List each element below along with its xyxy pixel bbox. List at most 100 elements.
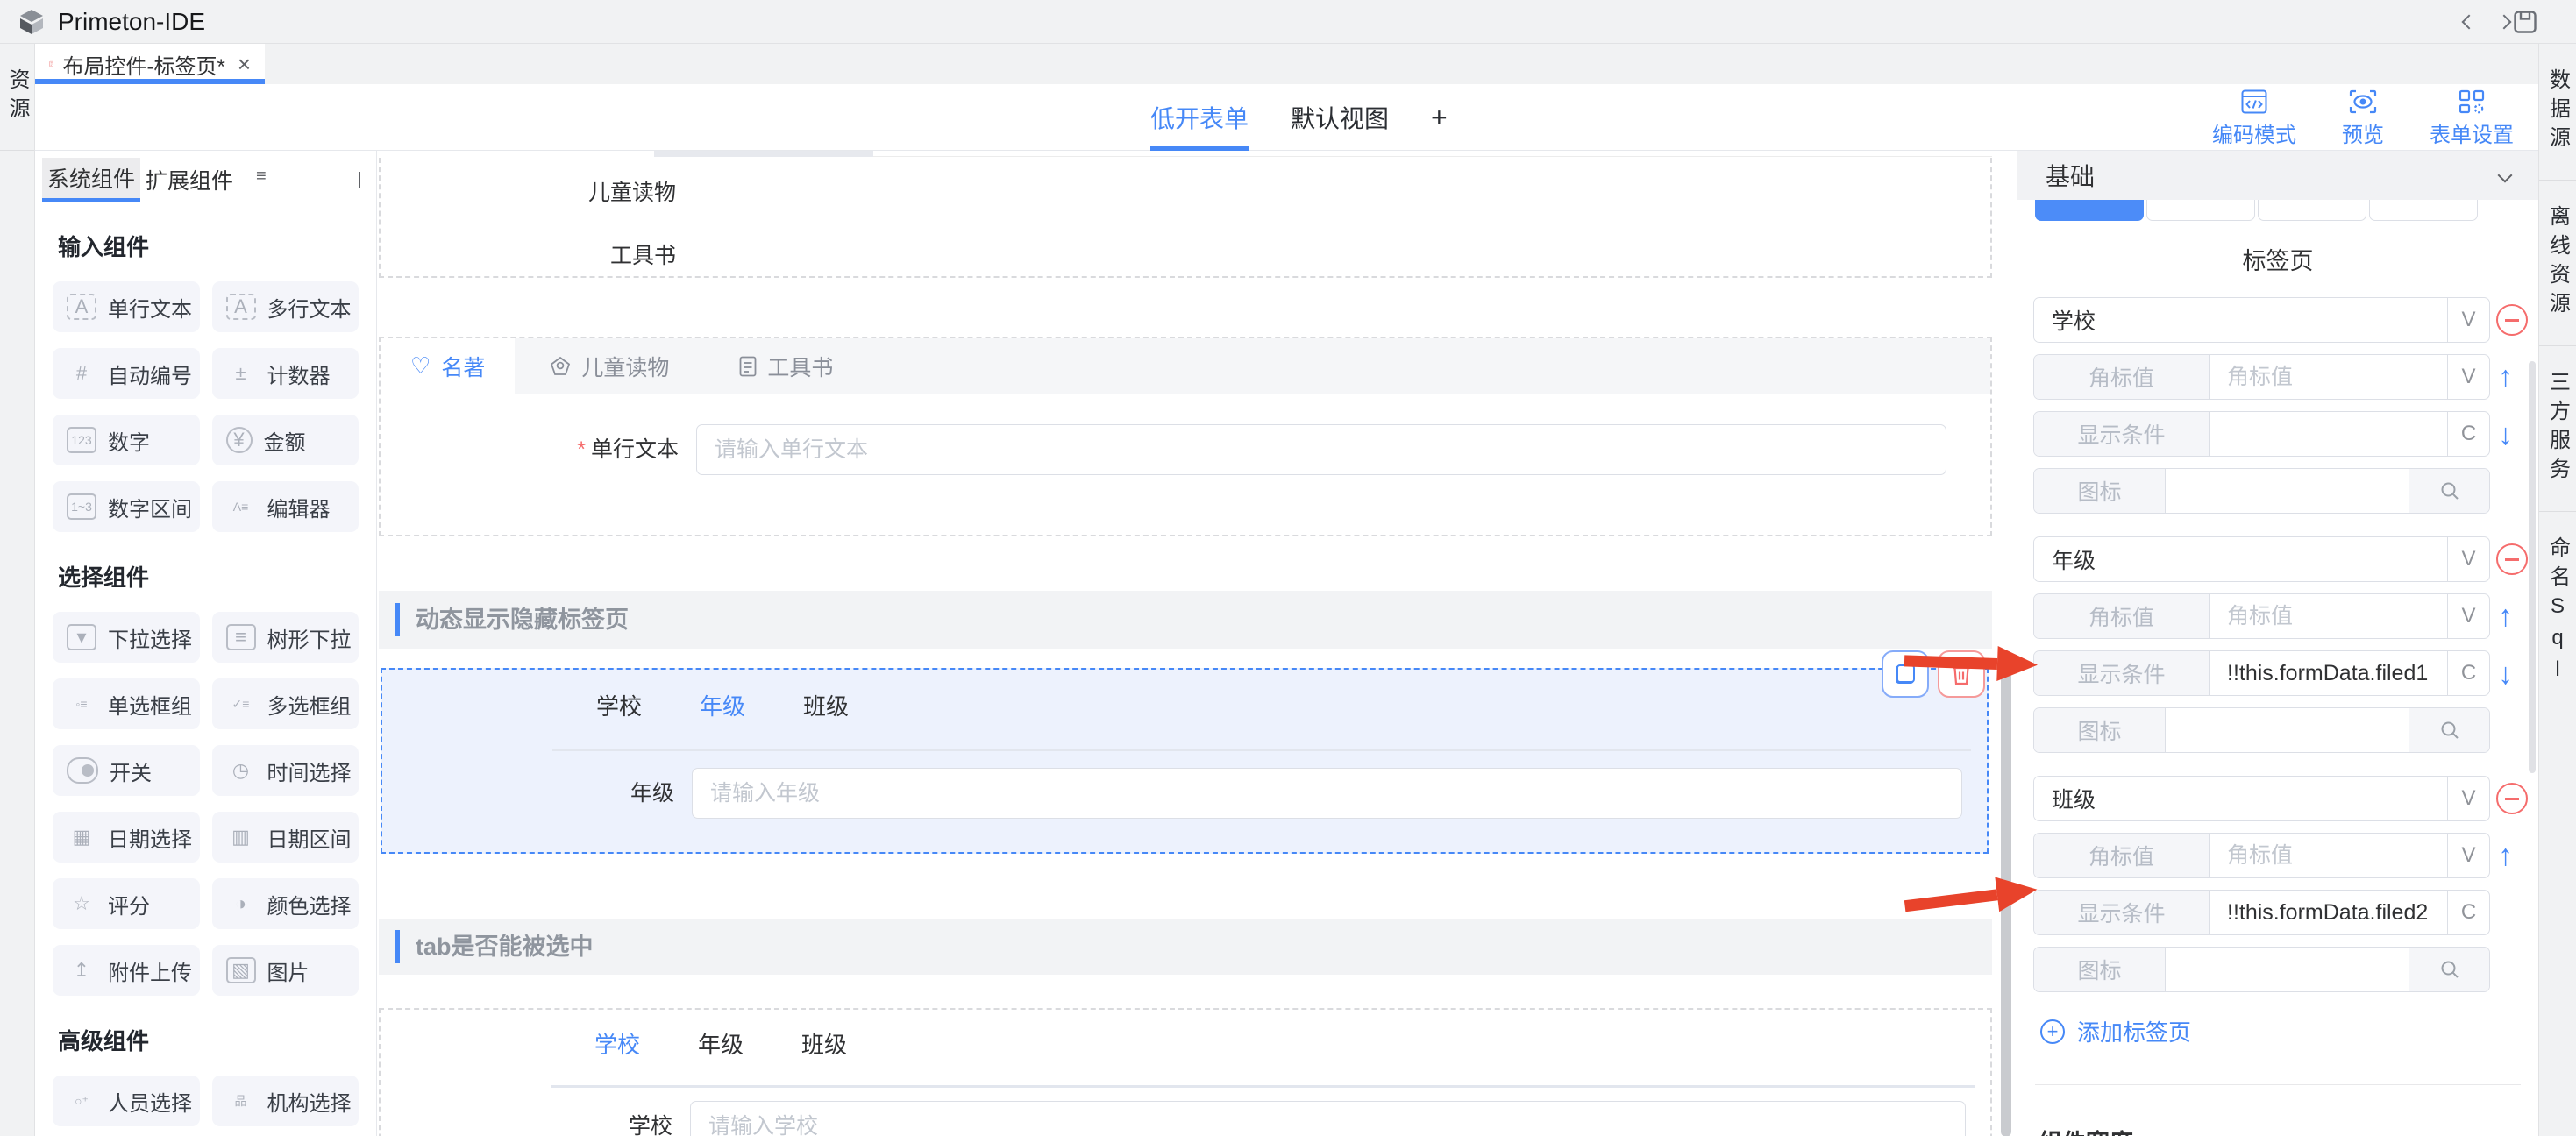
close-tab-icon[interactable]: × (238, 51, 251, 78)
component-color-picker[interactable]: ◑颜色选择 (212, 878, 359, 929)
variable-toggle[interactable]: V (2447, 298, 2489, 342)
tab-name-input[interactable] (2034, 537, 2447, 581)
tabs-component-selected[interactable]: 学校 年级 班级 年级 (381, 668, 1989, 854)
component-auto-number[interactable]: #自动编号 (53, 348, 200, 399)
icon-input[interactable] (2166, 948, 2409, 991)
tab-low-code-form[interactable]: 低开表单 (1150, 84, 1249, 151)
move-down-icon[interactable]: ↓ (2498, 418, 2513, 452)
tab-system-components[interactable]: 系统组件 (42, 158, 140, 202)
condition-toggle[interactable]: C (2447, 651, 2489, 695)
add-tab-page-button[interactable]: + 添加标签页 (2040, 1015, 2538, 1047)
badge-value-input[interactable] (2210, 355, 2447, 399)
tab-class[interactable]: 班级 (801, 1027, 847, 1060)
single-line-text-input[interactable] (696, 424, 1946, 475)
tab-reference-books[interactable]: 工具书 (704, 338, 868, 394)
remove-tab-icon[interactable] (2496, 304, 2528, 336)
sidebar-item-offline-resources[interactable]: 离线资源 (2539, 181, 2576, 346)
component-editor[interactable]: A≡编辑器 (212, 481, 359, 532)
add-view-button[interactable]: + (1431, 102, 1448, 134)
palette-list-icon[interactable]: ≡ (256, 167, 267, 187)
move-up-icon[interactable]: ↑ (2498, 600, 2513, 634)
component-dropdown-select[interactable]: ▾下拉选择 (53, 612, 200, 663)
variable-toggle[interactable]: V (2447, 834, 2489, 877)
component-switch[interactable]: 开关 (53, 745, 200, 796)
move-up-icon[interactable]: ↑ (2498, 839, 2513, 873)
school-input[interactable] (690, 1101, 1966, 1136)
component-counter[interactable]: ±计数器 (212, 348, 359, 399)
component-rating[interactable]: ☆评分 (53, 878, 200, 929)
remove-tab-icon[interactable] (2496, 543, 2528, 575)
properties-panel: 基础 标签页 V 角标值 (2017, 151, 2538, 1136)
document-tab-active[interactable]: 布局控件-标签页* × (35, 44, 265, 84)
icon-input[interactable] (2166, 708, 2409, 752)
tab-grade[interactable]: 年级 (700, 689, 745, 721)
preview-eye-icon (2349, 89, 2377, 114)
tab-name-input[interactable] (2034, 777, 2447, 820)
tab-extension-components[interactable]: 扩展组件 (140, 158, 238, 202)
component-org-select[interactable]: 品机构选择 (212, 1076, 359, 1126)
segment-active[interactable] (2035, 200, 2144, 221)
variable-toggle[interactable]: V (2447, 594, 2489, 638)
component-tree-dropdown[interactable]: ≡树形下拉 (212, 612, 359, 663)
component-person-select[interactable]: ○⁺人员选择 (53, 1076, 200, 1126)
icon-search-button[interactable] (2409, 948, 2489, 991)
tab-name-input[interactable] (2034, 298, 2447, 342)
sidebar-item-resources[interactable]: 资源 (0, 44, 34, 151)
sidebar-item-named-sql[interactable]: 命名Sql (2539, 512, 2576, 714)
tab-children-books[interactable]: 儿童读物 (515, 338, 704, 394)
variable-toggle[interactable]: V (2447, 777, 2489, 820)
date-range-icon: ▥ (226, 824, 256, 850)
tab-class[interactable]: 班级 (803, 689, 849, 721)
save-icon[interactable] (2511, 8, 2539, 36)
badge-value-input[interactable] (2210, 594, 2447, 638)
component-image[interactable]: ▧图片 (212, 945, 359, 996)
tabs-component-books[interactable]: ♡ 名著 儿童读物 工具书 *单行文本 (379, 337, 1992, 536)
component-radio-group[interactable]: ◦≡单选框组 (53, 678, 200, 729)
switch-icon (67, 757, 98, 784)
nav-back-button[interactable] (2455, 8, 2483, 36)
form-settings-button[interactable]: 表单设置 (2430, 89, 2514, 148)
tabs-component-bottom[interactable]: 学校 年级 班级 学校 (379, 1008, 1992, 1136)
segment[interactable] (2146, 200, 2255, 221)
display-condition-input[interactable] (2210, 651, 2447, 695)
variable-toggle[interactable]: V (2447, 355, 2489, 399)
tab-grade[interactable]: 年级 (698, 1027, 744, 1060)
variable-toggle[interactable]: V (2447, 537, 2489, 581)
preview-button[interactable]: 预览 (2342, 89, 2384, 148)
palette-collapse-chevron-icon[interactable] (359, 172, 360, 188)
condition-toggle[interactable]: C (2447, 891, 2489, 934)
display-condition-input[interactable] (2210, 412, 2447, 456)
component-amount[interactable]: ¥金额 (212, 415, 359, 465)
tab-school[interactable]: 学校 (596, 689, 642, 721)
move-up-icon[interactable]: ↑ (2498, 360, 2513, 394)
sidebar-item-datasource[interactable]: 数据源 (2539, 44, 2576, 181)
remove-tab-icon[interactable] (2496, 783, 2528, 814)
component-number-range[interactable]: 1~3数字区间 (53, 481, 200, 532)
component-single-line-text[interactable]: A单行文本 (53, 281, 200, 332)
scrolled-form-section[interactable]: 儿童读物 工具书 (379, 158, 1992, 278)
icon-input[interactable] (2166, 469, 2409, 513)
icon-search-button[interactable] (2409, 469, 2489, 513)
component-number[interactable]: 123数字 (53, 415, 200, 465)
component-time-picker[interactable]: ◷时间选择 (212, 745, 359, 796)
segment[interactable] (2258, 200, 2366, 221)
component-multi-line-text[interactable]: A多行文本 (212, 281, 359, 332)
segment[interactable] (2369, 200, 2478, 221)
component-checkbox-group[interactable]: ✓≡多选框组 (212, 678, 359, 729)
code-mode-button[interactable]: 编码模式 (2212, 89, 2296, 148)
move-down-icon[interactable]: ↓ (2498, 657, 2513, 692)
sidebar-item-thirdparty-services[interactable]: 三方服务 (2539, 346, 2576, 512)
condition-toggle[interactable]: C (2447, 412, 2489, 456)
display-condition-input[interactable] (2210, 891, 2447, 934)
tab-famous-books[interactable]: ♡ 名著 (381, 338, 515, 394)
badge-value-input[interactable] (2210, 834, 2447, 877)
tab-default-view[interactable]: 默认视图 (1291, 84, 1389, 151)
component-attachment-upload[interactable]: ↥附件上传 (53, 945, 200, 996)
tab-school[interactable]: 学校 (594, 1027, 640, 1060)
grade-input[interactable] (692, 768, 1962, 819)
panel-scrollbar[interactable] (2529, 361, 2536, 773)
icon-search-button[interactable] (2409, 708, 2489, 752)
component-date-range[interactable]: ▥日期区间 (212, 812, 359, 863)
component-date-picker[interactable]: ▦日期选择 (53, 812, 200, 863)
properties-header[interactable]: 基础 (2017, 151, 2538, 200)
